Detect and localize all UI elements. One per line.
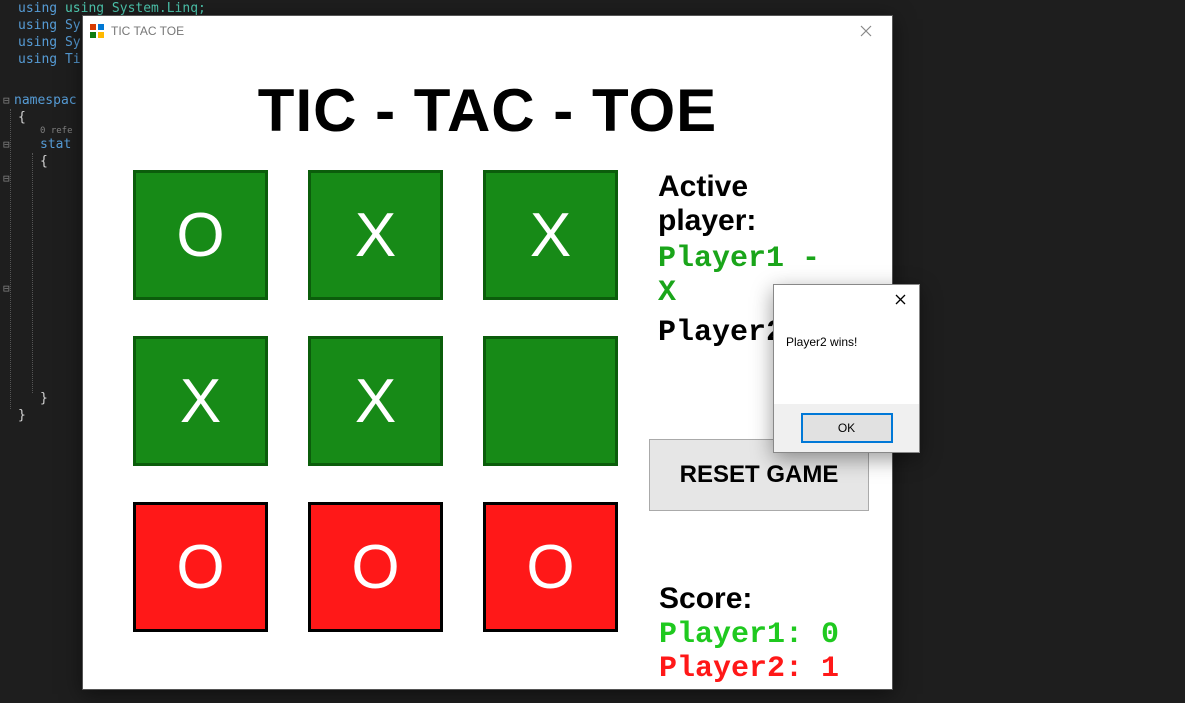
score-player1: Player1: 0	[659, 618, 839, 652]
fold-icon[interactable]: ⊟	[3, 170, 10, 187]
cell-0-2[interactable]: X	[483, 170, 618, 300]
code-line: using Sy	[18, 35, 81, 50]
cell-1-0[interactable]: X	[133, 336, 268, 466]
fold-icon[interactable]: ⊟	[3, 280, 10, 297]
ok-button[interactable]: OK	[801, 413, 893, 443]
cell-2-2[interactable]: O	[483, 502, 618, 632]
code-line: }	[18, 407, 26, 424]
score-label: Score:	[659, 582, 839, 616]
code-line: stat	[40, 137, 71, 152]
message-box: Player2 wins! OK	[773, 284, 920, 453]
code-line: using Ti	[18, 52, 81, 67]
cell-1-2[interactable]	[483, 336, 618, 466]
code-line: using Sy	[18, 18, 81, 33]
code-line: namespac	[14, 93, 77, 108]
cell-1-1[interactable]: X	[308, 336, 443, 466]
fold-icon[interactable]: ⊟	[3, 92, 10, 109]
cell-2-1[interactable]: O	[308, 502, 443, 632]
code-line: using System.Linq;	[65, 1, 206, 16]
app-icon	[89, 23, 105, 39]
close-icon[interactable]	[846, 17, 886, 45]
code-guide-line	[32, 153, 33, 393]
message-box-text: Player2 wins!	[774, 313, 919, 349]
code-line: }	[40, 390, 48, 407]
message-box-titlebar[interactable]	[774, 285, 919, 313]
game-board: O X X X X O O O	[133, 170, 618, 632]
code-line: {	[18, 109, 26, 126]
score-panel: Score: Player1: 0 Player2: 1	[659, 582, 839, 686]
window-title: TIC TAC TOE	[111, 24, 184, 38]
active-player-label: Active player:	[658, 170, 842, 238]
code-line: {	[40, 153, 48, 170]
title-bar[interactable]: TIC TAC TOE	[83, 16, 892, 46]
tictactoe-window: TIC TAC TOE TIC - TAC - TOE O X X X X O …	[82, 15, 893, 690]
close-icon[interactable]	[887, 288, 913, 310]
code-guide-line	[10, 109, 11, 409]
score-player2: Player2: 1	[659, 652, 839, 686]
fold-icon[interactable]: ⊟	[3, 136, 10, 153]
cell-0-1[interactable]: X	[308, 170, 443, 300]
cell-2-0[interactable]: O	[133, 502, 268, 632]
cell-0-0[interactable]: O	[133, 170, 268, 300]
page-title: TIC - TAC - TOE	[133, 76, 842, 145]
